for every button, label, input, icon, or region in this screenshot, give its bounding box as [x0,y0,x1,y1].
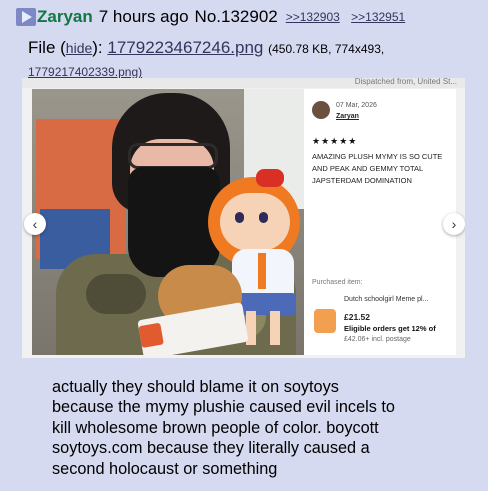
dispatch-strip: Dispatched from, United St... [22,78,465,88]
product-name[interactable]: Dutch schoolgirl Meme pl... [344,296,428,303]
face-mask-shape [128,167,220,277]
review-username[interactable]: Zaryan [336,113,359,120]
review-card: 07 Mar, 2026 Zaryan ★★★★★ AMAZING PLUSH … [304,89,456,355]
comment-line: actually they should blame it on soytoys [52,378,339,396]
next-arrow-icon[interactable]: › [443,213,465,235]
review-date: 07 Mar, 2026 [336,102,377,109]
comment-line: kill wholesome brown people of color. bo… [52,418,379,437]
file-link[interactable]: 1779223467246.png [107,38,263,57]
comment-line: second holocaust or something [52,459,278,478]
backlink[interactable]: >>132903 [286,10,340,24]
post-comment: actually they should blame it on soytoys… [52,377,472,479]
purchased-label: Purchased item: [312,279,363,286]
attached-image[interactable]: Dispatched from, United St... ‹ 07 Mar, … [22,78,465,358]
product-thumbnail[interactable] [314,309,336,333]
comment-line: soytoys.com because they literally cause… [52,439,370,458]
glasses-shape [128,143,218,169]
avatar [312,101,330,119]
product-price: £21.52 [344,312,370,322]
post-container: Zaryan 7 hours ago No.132902 >>132903 >>… [0,0,488,491]
play-icon[interactable] [16,8,36,26]
hide-link[interactable]: hide [66,40,92,56]
post-number[interactable]: No.132902 [195,7,278,27]
dispatch-text: Dispatched from, United St... [354,78,457,86]
previous-arrow-icon[interactable]: ‹ [24,213,46,235]
postage-text: £42.06+ incl. postage [344,336,411,343]
poster-name: Zaryan [37,7,93,26]
backlink[interactable]: >>132951 [351,10,405,24]
review-photo [32,89,304,355]
file-label: File [28,38,56,57]
star-rating: ★★★★★ [312,136,358,146]
discount-text: Eligible orders get 12% of [344,324,436,333]
review-text: AMAZING PLUSH MYMY IS SO CUTE AND PEAK A… [312,152,443,185]
post-date: 7 hours ago [98,7,189,26]
original-filename[interactable]: 1779217402339.png) [28,65,142,79]
backlinks: >>132903 >>132951 [286,10,413,24]
comment-line: because the mymy plushie caused evil inc… [52,398,395,417]
file-info: File (hide): 1779223467246.png (450.78 K… [28,38,385,79]
file-meta: (450.78 KB, 774x493, [268,42,385,56]
post-header: Zaryan 7 hours ago No.132902 >>132903 >>… [16,6,413,28]
